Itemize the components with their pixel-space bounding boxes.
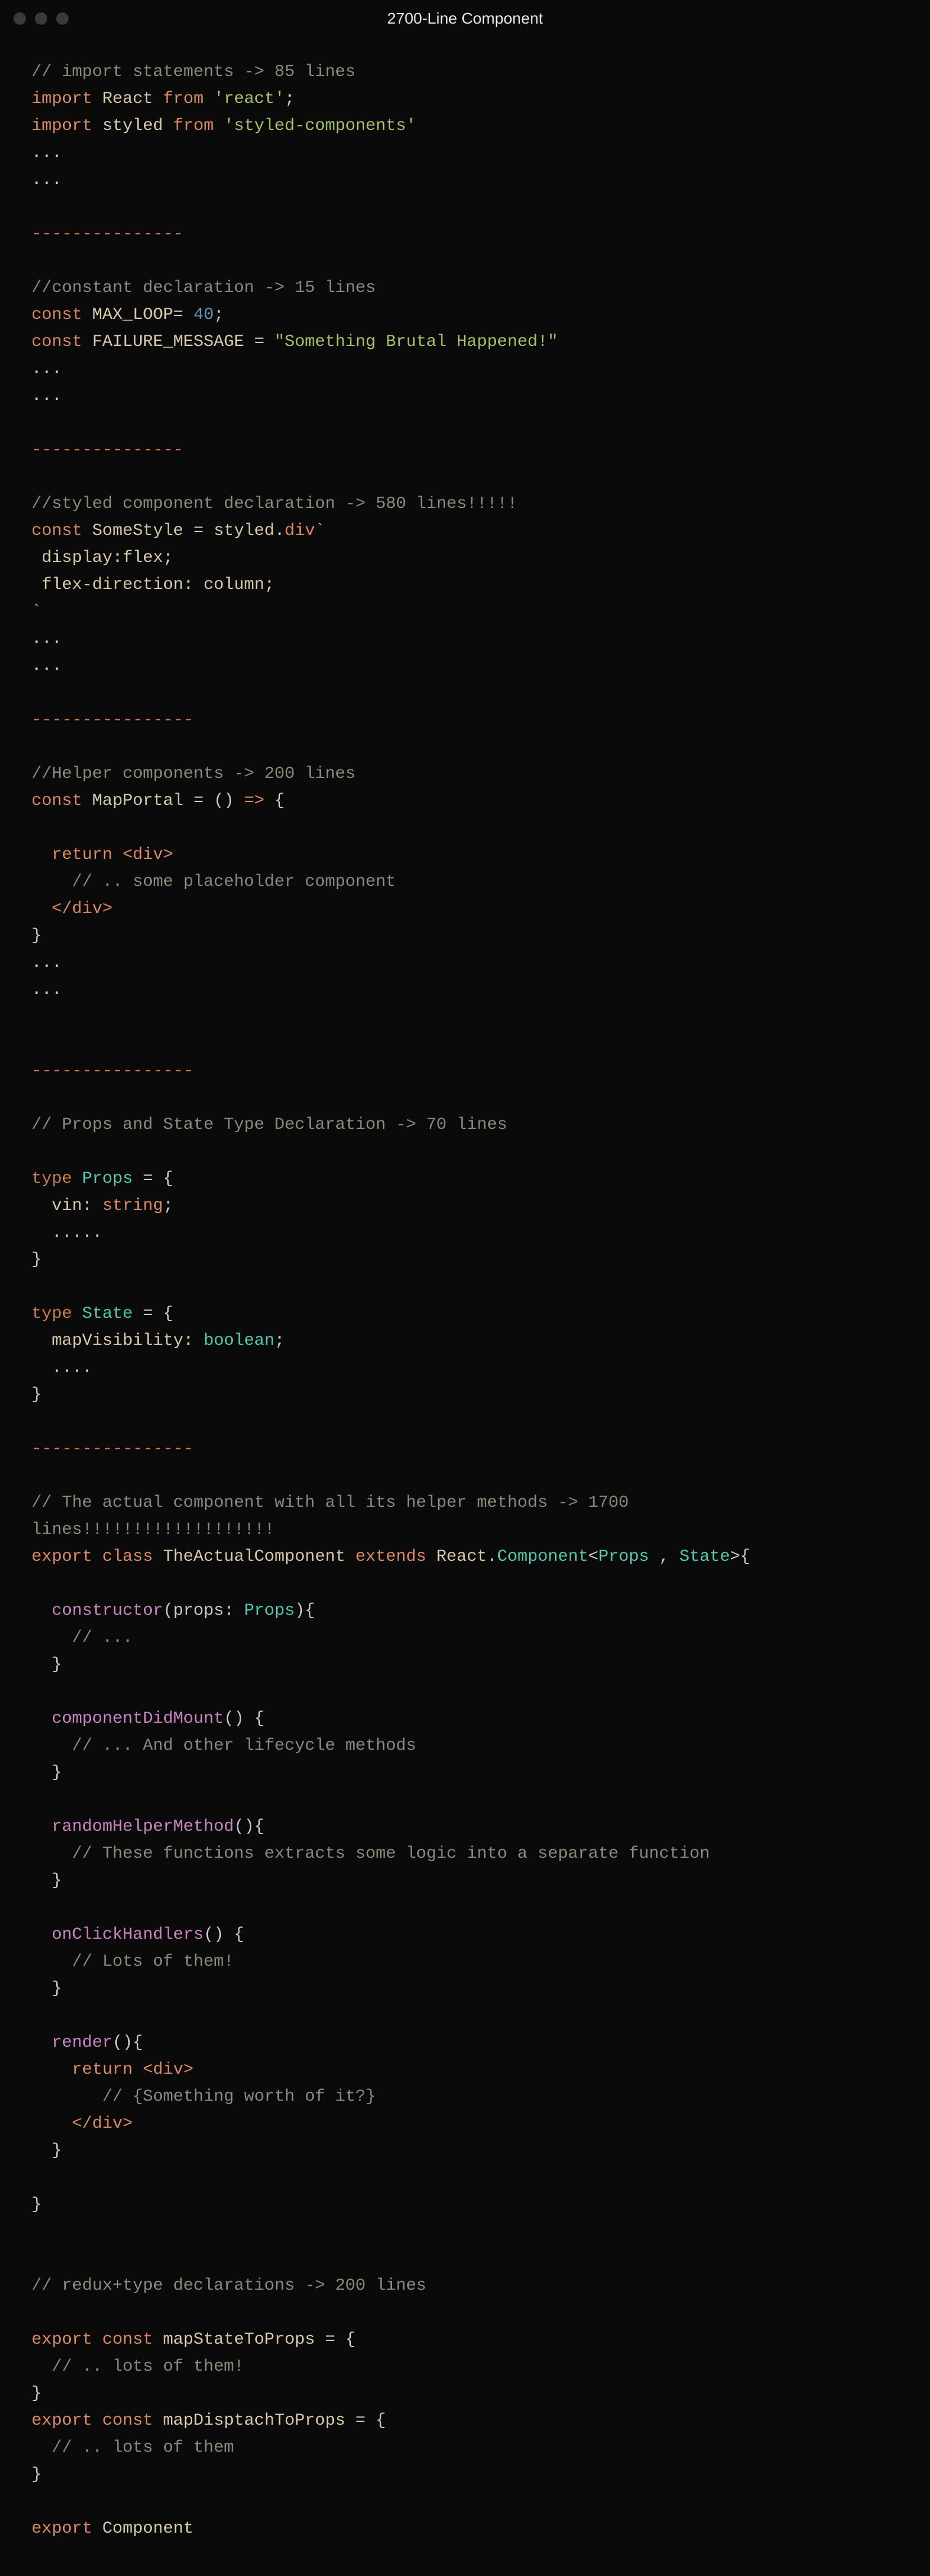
- code-line: render(){: [31, 2029, 899, 2056]
- code-line: export const mapDisptachToProps = {: [31, 2407, 899, 2434]
- maximize-icon[interactable]: [56, 12, 69, 25]
- code-line: const SomeStyle = styled.div`: [31, 517, 899, 544]
- code-line: }: [31, 1655, 62, 1674]
- code-line: }: [31, 1250, 42, 1269]
- comment: //Helper components -> 200 lines: [31, 764, 355, 783]
- code-line: import React from 'react';: [31, 85, 899, 112]
- comment: // .. lots of them!: [31, 2357, 244, 2376]
- code-line: return <div>: [31, 2056, 899, 2083]
- code-line: componentDidMount() {: [31, 1705, 899, 1732]
- ellipsis: ...: [31, 980, 62, 999]
- comment: // .. lots of them: [31, 2438, 234, 2457]
- comment: // Props and State Type Declaration -> 7…: [31, 1115, 507, 1134]
- editor-window: 2700-Line Component // import statements…: [0, 0, 930, 2576]
- separator: ----------------: [31, 710, 193, 729]
- comment: // The actual component with all its hel…: [31, 1493, 629, 1512]
- code-line: </div>: [31, 2114, 133, 2133]
- ellipsis: ...: [31, 953, 62, 972]
- comment: // These functions extracts some logic i…: [31, 1844, 710, 1863]
- code-area: // import statements -> 85 lines import …: [0, 37, 930, 2576]
- ellipsis: ...: [31, 629, 62, 648]
- comment: // import statements -> 85 lines: [31, 62, 355, 82]
- comment: // .. some placeholder component: [31, 872, 396, 891]
- ellipsis: .....: [31, 1223, 102, 1242]
- close-icon[interactable]: [13, 12, 26, 25]
- code-line: onClickHandlers() {: [31, 1921, 899, 1948]
- code-line: const MAX_LOOP= 40;: [31, 301, 899, 328]
- code-line: constructor(props: Props){: [31, 1597, 899, 1624]
- code-line: export class TheActualComponent extends …: [31, 1543, 899, 1570]
- comment: // ... And other lifecycle methods: [31, 1736, 416, 1755]
- code-line: import styled from 'styled-components': [31, 112, 899, 139]
- code-line: vin: string;: [31, 1192, 899, 1219]
- traffic-lights: [13, 12, 69, 25]
- ellipsis: ....: [31, 1358, 92, 1377]
- code-line: }: [31, 1763, 62, 1782]
- ellipsis: ...: [31, 170, 62, 190]
- comment: //styled component declaration -> 580 li…: [31, 494, 517, 514]
- code-line: }: [31, 2195, 42, 2214]
- comment: // {Something worth of it?}: [31, 2087, 376, 2106]
- code-line: type State = {: [31, 1300, 899, 1327]
- comment: // ...: [31, 1628, 133, 1647]
- code-line: </div>: [31, 899, 112, 918]
- code-line: }: [31, 2384, 42, 2403]
- comment: lines!!!!!!!!!!!!!!!!!!!: [31, 1520, 274, 1539]
- code-line: `: [31, 602, 42, 622]
- ellipsis: ...: [31, 143, 62, 163]
- comment: // Lots of them!: [31, 1952, 234, 1971]
- code-line: export const mapStateToProps = {: [31, 2326, 899, 2353]
- code-line: }: [31, 926, 42, 945]
- comment: //constant declaration -> 15 lines: [31, 278, 376, 298]
- separator: ---------------: [31, 224, 183, 244]
- comment: // redux+type declarations -> 200 lines: [31, 2276, 426, 2295]
- separator: ----------------: [31, 1439, 193, 1458]
- code-line: randomHelperMethod(){: [31, 1813, 899, 1840]
- window-title: 2700-Line Component: [0, 6, 930, 31]
- code-line: }: [31, 1979, 62, 1998]
- code-line: }: [31, 2465, 42, 2484]
- code-line: mapVisibility: boolean;: [31, 1327, 899, 1354]
- code-line: }: [31, 2141, 62, 2160]
- ellipsis: ...: [31, 359, 62, 379]
- code-line: return <div>: [31, 841, 899, 868]
- titlebar: 2700-Line Component: [0, 0, 930, 37]
- code-line: type Props = {: [31, 1165, 899, 1192]
- minimize-icon[interactable]: [35, 12, 47, 25]
- code-line: flex-direction: column;: [31, 575, 274, 595]
- code-line: export Component: [31, 2515, 899, 2542]
- code-line: const MapPortal = () => {: [31, 787, 899, 814]
- separator: ----------------: [31, 1061, 193, 1080]
- ellipsis: ...: [31, 386, 62, 406]
- code-line: const FAILURE_MESSAGE = "Something Bruta…: [31, 328, 899, 355]
- code-line: }: [31, 1871, 62, 1890]
- separator: ---------------: [31, 440, 183, 460]
- code-line: display:flex;: [31, 548, 173, 568]
- ellipsis: ...: [31, 656, 62, 675]
- code-line: }: [31, 1385, 42, 1404]
